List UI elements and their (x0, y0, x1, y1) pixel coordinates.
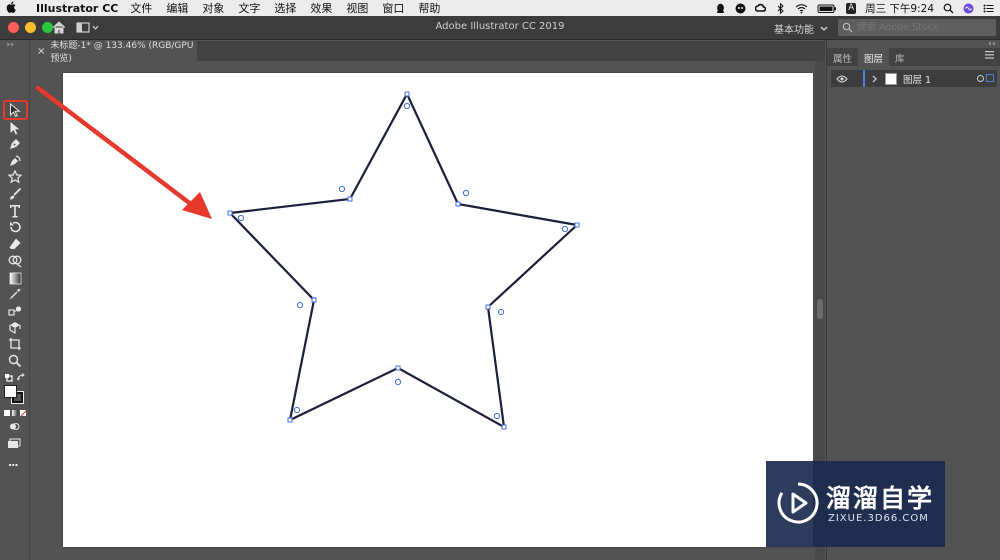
layer-target-icon[interactable] (977, 75, 984, 82)
watermark-url: ZIXUE.3D66.COM (828, 513, 929, 524)
anchor-point[interactable] (455, 201, 461, 207)
corner-widget[interactable] (493, 412, 501, 420)
panel-tabs: 属性 图层 库 (827, 48, 1000, 66)
layer-row[interactable]: 图层 1 (831, 70, 997, 87)
corner-widget[interactable] (394, 378, 402, 386)
anchor-point[interactable] (404, 91, 410, 97)
layer-color-bar (863, 70, 865, 87)
corner-widget[interactable] (561, 225, 569, 233)
annotation-arrow (35, 85, 212, 219)
star-anchor-points (227, 91, 580, 430)
anchor-point[interactable] (485, 304, 491, 310)
watermark-name: 溜溜自学 (826, 484, 935, 513)
corner-widget[interactable] (338, 185, 346, 193)
anchor-point[interactable] (287, 417, 293, 423)
tab-properties[interactable]: 属性 (827, 48, 858, 66)
anchor-point[interactable] (311, 297, 317, 303)
panel-collapse-icon[interactable] (986, 41, 996, 46)
anchor-point[interactable] (395, 365, 401, 371)
screen: Illustrator CC 文件 编辑 对象 文字 选择 效果 视图 窗口 帮… (0, 0, 1000, 560)
anchor-point[interactable] (227, 210, 233, 216)
corner-widget[interactable] (497, 308, 505, 316)
corner-widget[interactable] (296, 301, 304, 309)
star-shape[interactable] (227, 91, 580, 430)
panel-menu-icon[interactable] (985, 51, 994, 59)
tab-libraries[interactable]: 库 (889, 48, 911, 66)
corner-widget[interactable] (293, 406, 301, 414)
corner-widget[interactable] (462, 189, 470, 197)
anchor-point[interactable] (574, 222, 580, 228)
layer-thumbnail (885, 72, 897, 85)
scroll-thumb[interactable] (817, 299, 823, 319)
layer-selection-indicator[interactable] (986, 74, 994, 82)
anchor-point[interactable] (501, 424, 507, 430)
eye-visibility-icon[interactable] (835, 75, 849, 83)
corner-widget[interactable] (403, 102, 411, 110)
tab-layers[interactable]: 图层 (858, 48, 890, 66)
play-logo-icon (777, 482, 819, 524)
corner-widget[interactable] (237, 214, 245, 222)
layer-name[interactable]: 图层 1 (903, 72, 931, 86)
chevron-right-icon[interactable] (871, 75, 879, 83)
anchor-point[interactable] (347, 196, 353, 202)
watermark-logo: 溜溜自学 ZIXUE.3D66.COM (766, 461, 945, 547)
